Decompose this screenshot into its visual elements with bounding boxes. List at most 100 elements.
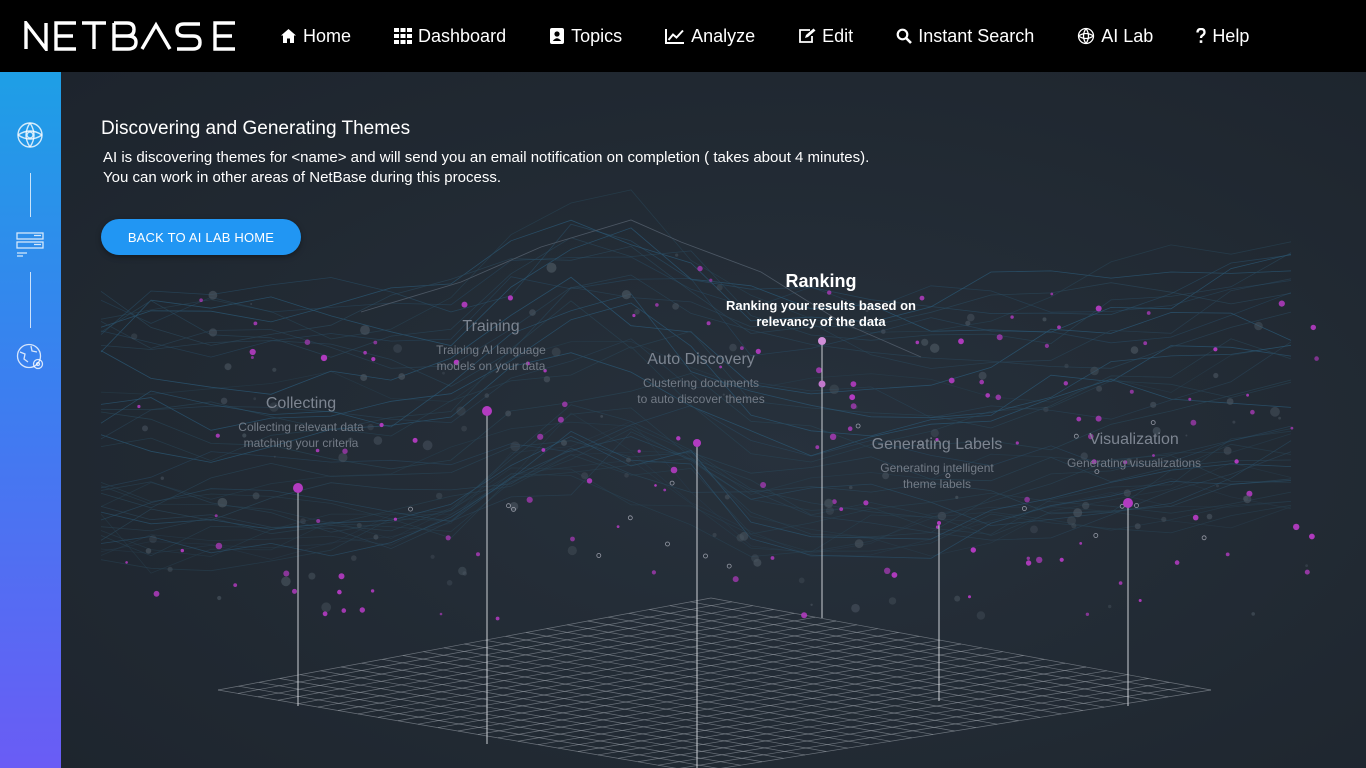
particle-dot-grey [1216,484,1219,488]
particle-dot [249,348,256,356]
particle-dot [1118,581,1123,585]
particle-dot-grey [281,576,291,587]
particle-dot [815,445,820,450]
stage-description: Generating intelligent theme labels [880,461,994,491]
stage-training: Training Training AI language models on y… [436,318,546,374]
particle-dot [570,536,575,542]
nav-edit[interactable]: Edit [798,26,853,47]
particle-dot [970,547,976,553]
grid-line [505,635,998,725]
particle-dot [137,404,141,409]
particle-dot-grey [739,531,749,541]
particle-dot [1310,324,1317,331]
particle-dot-grey [252,492,260,500]
particle-dot [849,394,856,401]
particle-dot-grey [272,367,277,372]
particle-dot-grey [1213,372,1219,379]
particle-dot-grey [849,485,853,490]
particle-ring [1093,533,1099,538]
particle-dot-grey [398,373,406,380]
particle-dot-grey [1134,523,1141,530]
particle-dot-grey [1130,346,1139,354]
particle-dot [1079,542,1083,545]
grid-line [457,643,962,732]
particle-dot-grey [672,303,679,310]
particle-dot-grey [208,328,218,337]
particle-dot-grey [1096,385,1103,392]
nav-dashboard[interactable]: Dashboard [394,26,506,47]
nav-topics[interactable]: Topics [549,26,622,47]
particle-dot [1293,523,1300,531]
particle-dot [1225,552,1230,557]
stage-description: Clustering documents to auto discover the… [637,376,765,406]
back-to-ai-lab-button[interactable]: BACK TO AI LAB HOME [101,219,301,255]
stage-visualization: Visualization Generating visualizations [1067,431,1201,471]
stage-description: Generating visualizations [1066,456,1202,470]
grid-line [477,647,982,735]
grid-line [669,605,1169,698]
particle-dot-grey [145,548,152,554]
grid-line [537,658,1045,746]
particle-dot [476,552,480,557]
nav-instant-search[interactable]: Instant Search [896,26,1034,47]
nav-analyze[interactable]: Analyze [665,26,755,47]
particle-dot [740,346,744,350]
stage-title: Training [462,318,520,335]
particle-dot [379,422,384,428]
particle-dot [1010,315,1014,319]
particle-dot-grey [1254,321,1263,331]
particle-dot [253,321,258,326]
ai-lab-icon[interactable] [15,120,45,150]
particle-dot [1044,343,1049,348]
particle-dot [304,339,311,346]
nav-help[interactable]: Help [1196,26,1249,47]
globe-settings-icon[interactable] [15,342,45,372]
grid-line [526,632,1019,722]
particle-dot [732,576,739,583]
particle-dot [1190,419,1197,426]
top-nav-bar: Home Dashboard Topics Analyze Edit Insta… [0,0,1366,72]
particle-dot-grey [1108,604,1112,609]
particle-ring [726,563,732,569]
stage-title: Ranking [785,271,857,291]
particle-dot-grey [634,309,640,315]
nav-ai-lab[interactable]: AI Lab [1077,26,1153,47]
particle-dot-grey [600,415,604,418]
particle-dot-grey [208,290,218,300]
particle-dot [1024,496,1030,503]
particle-ring [703,553,708,559]
particle-dot [1059,557,1064,562]
particle-dot-grey [829,384,839,395]
netbase-logo[interactable] [24,18,238,56]
grid-line [587,620,1083,711]
grid-line [484,639,976,728]
particle-dot-grey [160,476,164,480]
particle-dot [985,393,990,398]
particle-dot [915,340,920,345]
flow-line [100,276,1292,358]
nav-home[interactable]: Home [280,26,351,47]
particle-dot [341,608,347,613]
theme-list-icon[interactable] [15,229,45,259]
particle-dot [371,357,376,362]
particle-dot [968,595,971,599]
nav-help-label: Help [1212,25,1250,46]
page-title: Discovering and Generating Themes [101,118,411,139]
particle-dot [1309,533,1315,540]
particle-ring [665,541,670,547]
stage-pin-marker [293,483,303,493]
particle-dot-grey [921,338,929,346]
particle-dot-grey [965,320,971,326]
particle-dot [495,616,500,621]
nav-instant-search-label: Instant Search [918,25,1035,46]
particle-dot-grey [373,436,383,445]
particle-dot [891,572,898,578]
particle-dot [322,611,328,617]
particle-dot-grey [360,374,368,381]
particle-ring [669,480,675,486]
particle-dot [654,484,657,487]
particle-dot [1085,612,1090,616]
particle-dot-grey [955,495,959,499]
flow-line [100,459,1292,574]
grid-line [497,651,1003,739]
